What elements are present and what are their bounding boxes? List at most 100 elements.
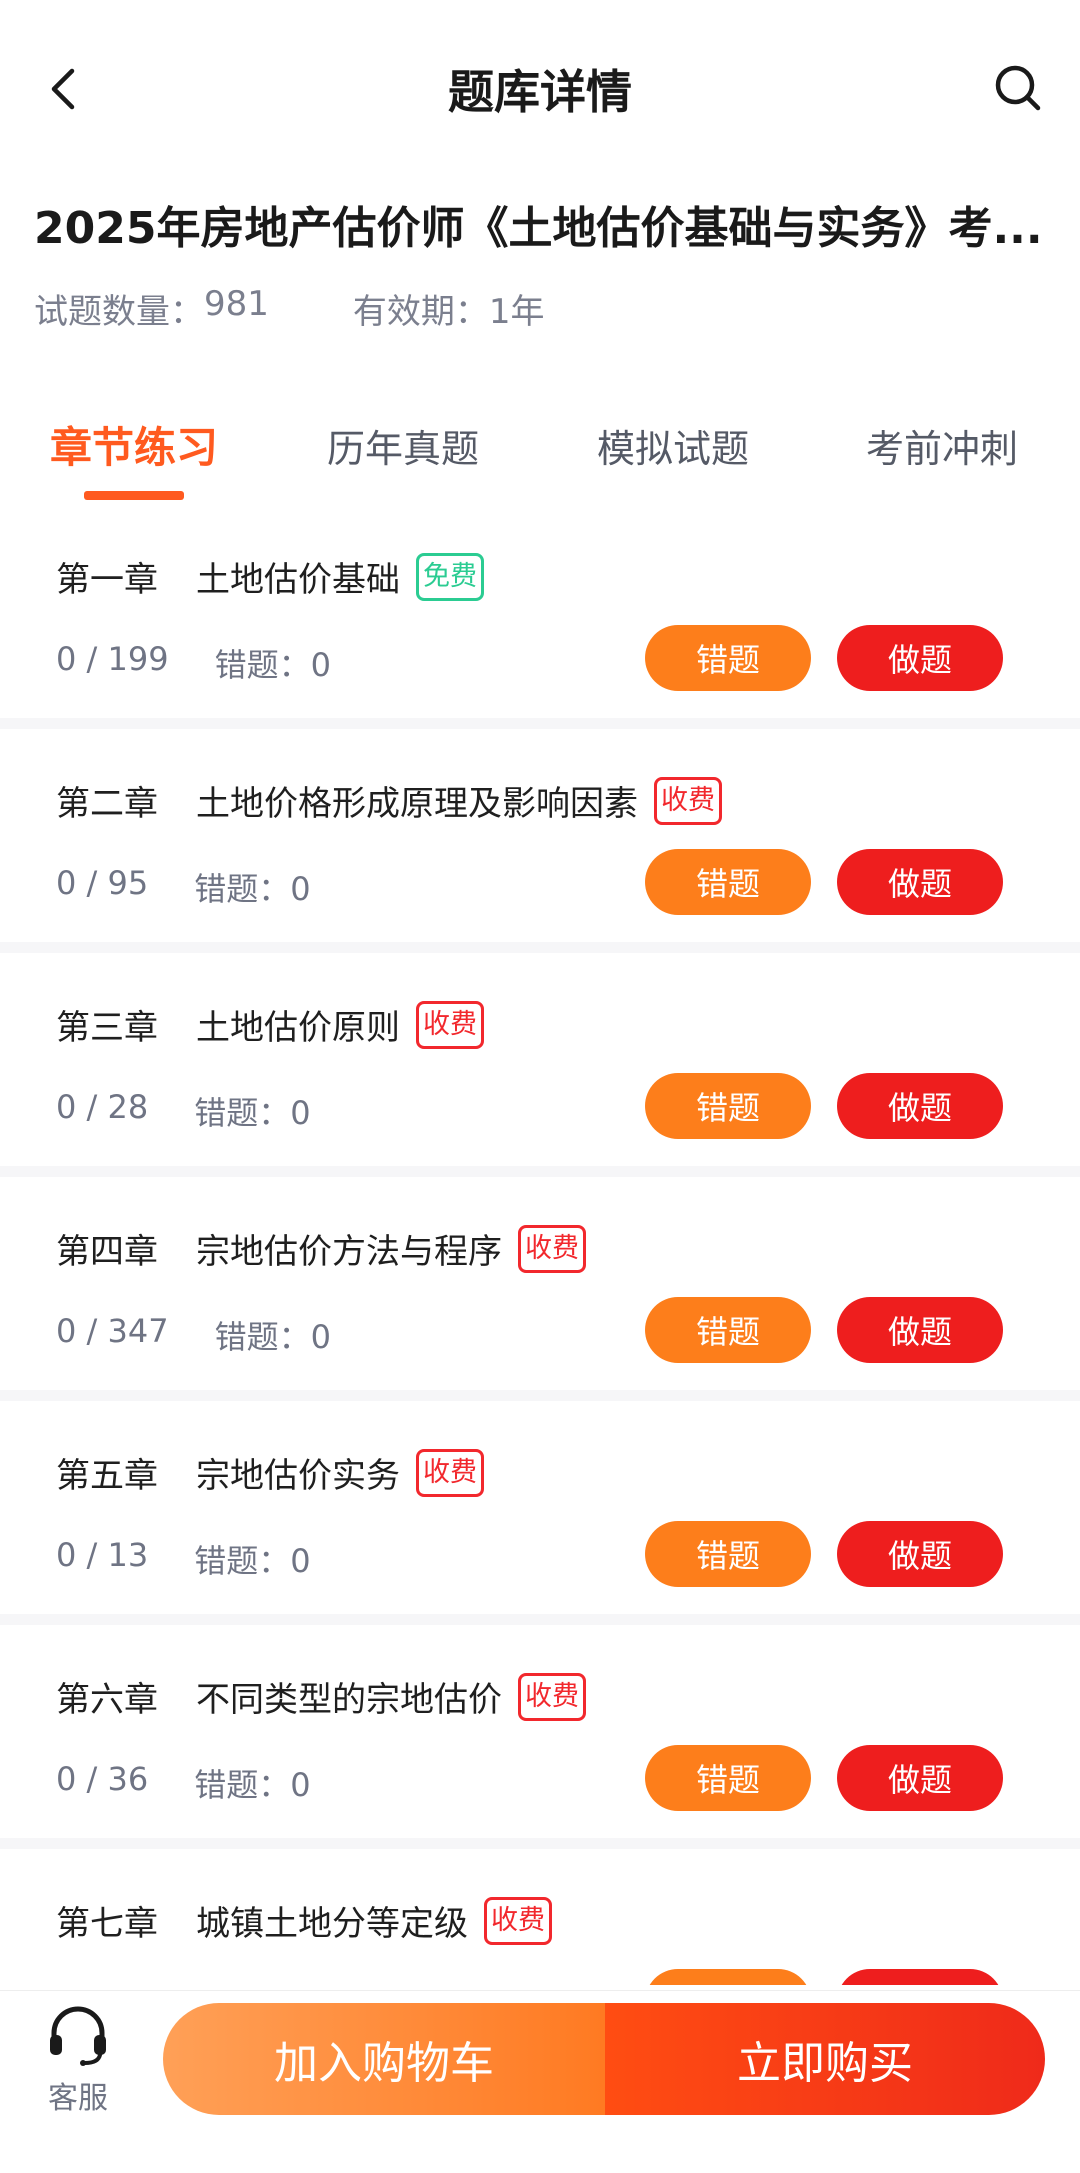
wrong-questions-button[interactable]: 错题: [645, 1297, 811, 1363]
wrong-questions-button[interactable]: 错题: [645, 625, 811, 691]
wrong-count: 错题：0: [194, 1760, 310, 1806]
wrong-questions-button[interactable]: 错题: [645, 1073, 811, 1139]
wrong-questions-button[interactable]: 错题: [645, 849, 811, 915]
wrong-count-label: 错题：: [214, 1318, 311, 1356]
paid-badge: 收费: [654, 776, 722, 825]
progress-count: 0 / 347: [56, 1312, 169, 1350]
do-questions-button[interactable]: 做题: [837, 1745, 1003, 1811]
progress-count: 0 / 13: [56, 1536, 149, 1574]
wrong-questions-button[interactable]: 错题: [645, 1969, 811, 1985]
question-count-value: 981: [204, 284, 269, 324]
add-to-cart-button[interactable]: 加入购物车: [163, 2003, 605, 2115]
do-questions-button[interactable]: 做题: [837, 1969, 1003, 1985]
chapter-progress: 0 / 28 错题：0: [56, 1088, 311, 1134]
chapter-item: 第四章 宗地估价方法与程序 收费 0 / 347 错题：0 错题 做题: [0, 1177, 1080, 1390]
chapter-number: 第七章: [56, 1904, 158, 1944]
question-count-label: 试题数量：: [34, 292, 204, 332]
chapter-name: 土地估价原则: [196, 1008, 400, 1048]
chapter-title: 第六章 不同类型的宗地估价 收费: [56, 1672, 586, 1721]
wrong-count: 错题：0: [194, 1536, 310, 1582]
active-tab-indicator: [84, 491, 184, 500]
wrong-questions-button[interactable]: 错题: [645, 1745, 811, 1811]
chapter-number: 第五章: [56, 1456, 158, 1496]
do-questions-button[interactable]: 做题: [837, 625, 1003, 691]
chapter-progress: 0 / 36 错题：0: [56, 1760, 311, 1806]
bottom-action-bar: 客服 加入购物车 立即购买: [0, 1990, 1080, 2173]
wrong-count-value: 0: [290, 1094, 311, 1132]
tab-chapter-practice[interactable]: 章节练习: [50, 414, 218, 475]
progress-count: 0 / 36: [56, 1760, 149, 1798]
wrong-count-label: 错题：: [194, 1766, 291, 1804]
wrong-count-value: 0: [310, 1318, 331, 1356]
chapter-name: 城镇土地分等定级: [196, 1904, 468, 1944]
tab-final-sprint[interactable]: 考前冲刺: [866, 418, 1018, 473]
validity-value: 1年: [488, 292, 545, 332]
wrong-count-value: 0: [310, 646, 331, 684]
chapter-name: 土地估价基础: [196, 560, 400, 600]
headset-icon: [50, 2006, 106, 2066]
validity-label: 有效期：: [352, 292, 489, 332]
product-title: 2025年房地产估价师《土地估价基础与实务》考...: [34, 203, 1043, 254]
chapter-number: 第四章: [56, 1232, 158, 1272]
paid-badge: 收费: [416, 1000, 484, 1049]
paid-badge: 收费: [416, 1448, 484, 1497]
paid-badge: 收费: [484, 1896, 552, 1945]
purchase-buttons: 加入购物车 立即购买: [163, 2003, 1045, 2115]
customer-service-button[interactable]: 客服: [38, 2005, 118, 2117]
wrong-count: 错题：0: [215, 1312, 331, 1358]
chapter-title: 第四章 宗地估价方法与程序 收费: [56, 1224, 586, 1273]
search-button[interactable]: [990, 60, 1046, 116]
paid-badge: 收费: [518, 1224, 586, 1273]
question-count: 试题数量： 981: [34, 284, 269, 333]
do-questions-button[interactable]: 做题: [837, 849, 1003, 915]
buy-now-button[interactable]: 立即购买: [605, 2003, 1045, 2115]
do-questions-button[interactable]: 做题: [837, 1297, 1003, 1363]
chapter-number: 第一章: [56, 560, 158, 600]
chapter-title: 第一章 土地估价基础 免费: [56, 552, 484, 601]
chapter-item: 第六章 不同类型的宗地估价 收费 0 / 36 错题：0 错题 做题: [0, 1625, 1080, 1838]
chapter-list[interactable]: 第一章 土地估价基础 免费 0 / 199 错题：0 错题 做题 第二章 土地价…: [0, 505, 1080, 1985]
chapter-title: 第五章 宗地估价实务 收费: [56, 1448, 484, 1497]
do-questions-button[interactable]: 做题: [837, 1073, 1003, 1139]
chapter-title: 第三章 土地估价原则 收费: [56, 1000, 484, 1049]
page-title: 题库详情: [448, 65, 632, 119]
wrong-count: 错题：0: [194, 864, 310, 910]
wrong-count-label: 错题：: [194, 870, 291, 908]
wrong-count-value: 0: [290, 1766, 311, 1804]
wrong-count-label: 错题：: [194, 1542, 291, 1580]
chapter-number: 第三章: [56, 1008, 158, 1048]
chapter-progress: 0 / 199 错题：0: [56, 640, 331, 686]
wrong-questions-button[interactable]: 错题: [645, 1521, 811, 1587]
tab-bar: 章节练习 历年真题 模拟试题 考前冲刺: [0, 400, 1080, 510]
chapter-item: 第七章 城镇土地分等定级 收费 错题 做题: [0, 1849, 1080, 1985]
chapter-progress: 0 / 13 错题：0: [56, 1536, 311, 1582]
chapter-number: 第二章: [56, 784, 158, 824]
wrong-count-label: 错题：: [194, 1094, 291, 1132]
chapter-progress: 0 / 95 错题：0: [56, 864, 311, 910]
paid-badge: 收费: [518, 1672, 586, 1721]
tab-past-exams[interactable]: 历年真题: [327, 418, 479, 473]
wrong-count: 错题：0: [194, 1088, 310, 1134]
chapter-item: 第五章 宗地估价实务 收费 0 / 13 错题：0 错题 做题: [0, 1401, 1080, 1614]
chapter-title: 第二章 土地价格形成原理及影响因素 收费: [56, 776, 722, 825]
header: 题库详情: [0, 0, 1080, 180]
do-questions-button[interactable]: 做题: [837, 1521, 1003, 1587]
chapter-item: 第三章 土地估价原则 收费 0 / 28 错题：0 错题 做题: [0, 953, 1080, 1166]
chapter-name: 土地价格形成原理及影响因素: [196, 784, 638, 824]
search-icon: [995, 65, 1041, 111]
chapter-name: 宗地估价方法与程序: [196, 1232, 502, 1272]
tab-mock-exams[interactable]: 模拟试题: [597, 418, 749, 473]
progress-count: 0 / 199: [56, 640, 169, 678]
validity: 有效期： 1年: [353, 284, 545, 333]
progress-count: 0 / 28: [56, 1088, 149, 1126]
chapter-item: 第一章 土地估价基础 免费 0 / 199 错题：0 错题 做题: [0, 505, 1080, 718]
wrong-count: 错题：0: [215, 640, 331, 686]
chapter-number: 第六章: [56, 1680, 158, 1720]
wrong-count-value: 0: [290, 1542, 311, 1580]
chapter-item: 第二章 土地价格形成原理及影响因素 收费 0 / 95 错题：0 错题 做题: [0, 729, 1080, 942]
customer-service-label: 客服: [48, 2081, 108, 2116]
chapter-progress: 0 / 347 错题：0: [56, 1312, 331, 1358]
wrong-count-label: 错题：: [214, 646, 311, 684]
product-meta: 试题数量： 981 有效期： 1年: [34, 284, 545, 333]
wrong-count-value: 0: [290, 870, 311, 908]
